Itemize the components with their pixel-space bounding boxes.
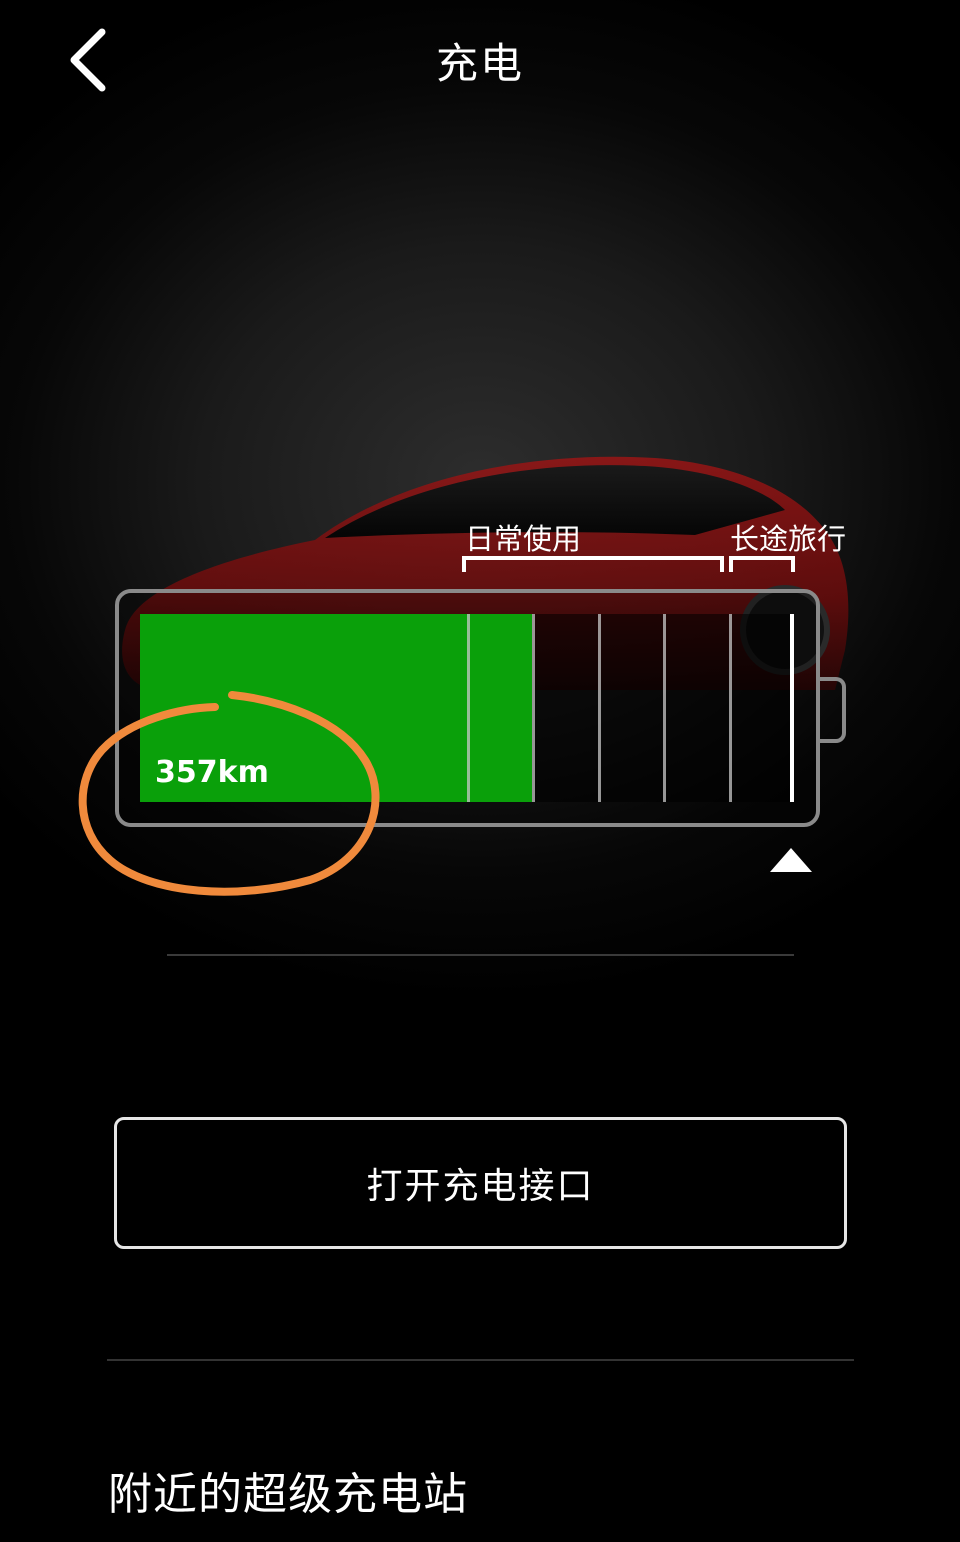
daily-use-label: 日常使用 bbox=[465, 522, 582, 556]
estimated-range: 357km bbox=[155, 755, 269, 790]
open-charge-port-button[interactable]: 打开充电接口 bbox=[114, 1117, 847, 1249]
battery-segment-divider bbox=[663, 614, 666, 802]
divider bbox=[167, 954, 794, 956]
charge-limit-slider[interactable] bbox=[768, 846, 814, 874]
battery-terminal bbox=[818, 677, 846, 743]
charge-limit-marker bbox=[790, 614, 794, 802]
page-title: 充电 bbox=[435, 39, 524, 88]
trip-label: 长途旅行 bbox=[730, 522, 847, 556]
battery-segment-divider bbox=[532, 614, 535, 802]
battery-segment-divider bbox=[467, 614, 470, 802]
nearby-superchargers-title[interactable]: 附近的超级充电站 bbox=[108, 1458, 468, 1522]
divider bbox=[107, 1359, 854, 1361]
battery-segment-divider bbox=[729, 614, 732, 802]
header: 充电 bbox=[0, 0, 960, 120]
charging-screen: 充电 日常使用 长途旅行 357km 打开充电接口 附近的超级充电站 bbox=[0, 0, 960, 1542]
triangle-up-icon bbox=[770, 848, 812, 872]
battery-segment-divider bbox=[598, 614, 601, 802]
trip-bracket bbox=[729, 556, 795, 572]
daily-use-bracket bbox=[462, 556, 724, 572]
